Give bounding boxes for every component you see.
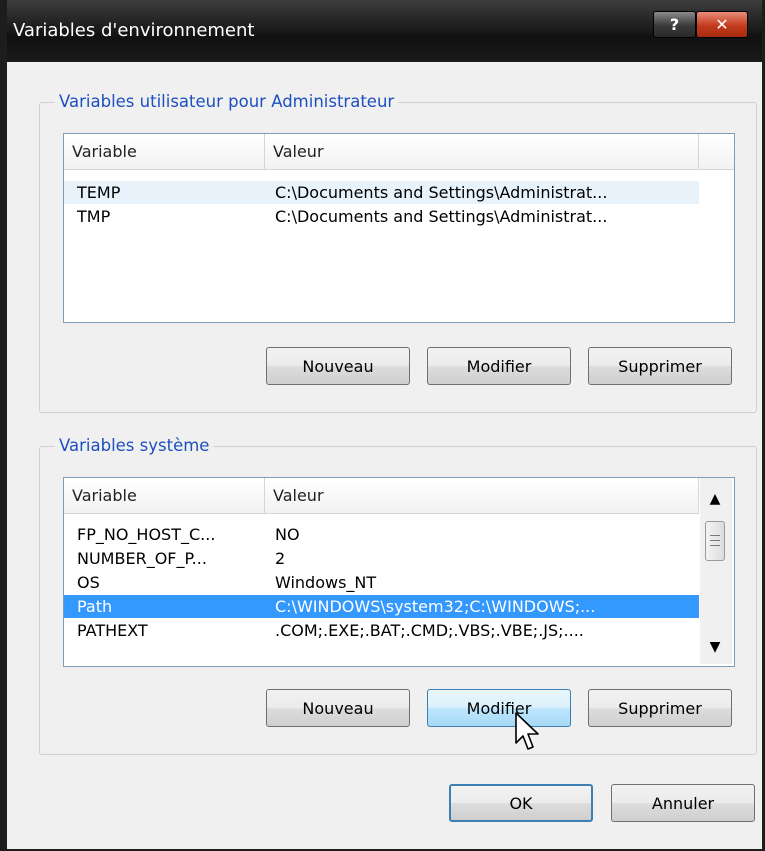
variable-value: C:\Documents and Settings\Administrat... xyxy=(275,207,608,226)
window-title: Variables d'environnement xyxy=(13,20,255,41)
table-row[interactable]: PATHEXT .COM;.EXE;.BAT;.CMD;.VBS;.VBE;.J… xyxy=(64,619,699,642)
variable-value: C:\WINDOWS\system32;C:\WINDOWS;... xyxy=(275,597,596,616)
column-header-variable[interactable]: Variable xyxy=(64,478,265,513)
table-row[interactable]: TEMP C:\Documents and Settings\Administr… xyxy=(64,181,699,204)
variable-value: NO xyxy=(275,525,300,544)
table-row[interactable]: OS Windows_NT xyxy=(64,571,699,594)
system-list-scrollbar[interactable]: ▲ ▼ xyxy=(700,478,732,664)
user-variables-group-label: Variables utilisateur pour Administrateu… xyxy=(55,92,399,111)
variable-value: C:\Documents and Settings\Administrat... xyxy=(275,183,608,202)
scroll-down-icon[interactable]: ▼ xyxy=(700,632,730,662)
variable-value: Windows_NT xyxy=(275,573,377,592)
list-header: Variable Valeur xyxy=(64,134,734,170)
user-new-button[interactable]: Nouveau xyxy=(266,347,410,385)
column-header-value[interactable]: Valeur xyxy=(265,134,699,169)
scroll-up-icon[interactable]: ▲ xyxy=(700,484,730,514)
variable-name: FP_NO_HOST_C... xyxy=(77,525,216,544)
close-button[interactable]: ✕ xyxy=(696,11,748,38)
variable-name: OS xyxy=(77,573,100,592)
table-row-selected[interactable]: Path C:\WINDOWS\system32;C:\WINDOWS;... xyxy=(64,595,699,618)
user-variables-list[interactable]: Variable Valeur TEMP C:\Documents and Se… xyxy=(63,133,735,323)
arrow-pointer-icon xyxy=(515,712,539,750)
system-variables-list[interactable]: Variable Valeur FP_NO_HOST_C... NO NUMBE… xyxy=(63,477,735,667)
help-button[interactable]: ? xyxy=(653,11,696,38)
cancel-button[interactable]: Annuler xyxy=(611,784,755,822)
table-row[interactable]: FP_NO_HOST_C... NO xyxy=(64,523,699,546)
user-delete-button[interactable]: Supprimer xyxy=(588,347,732,385)
variable-name: PATHEXT xyxy=(77,621,148,640)
variable-name: Path xyxy=(77,597,113,616)
grip-line xyxy=(710,545,720,546)
variable-name: TEMP xyxy=(77,183,121,202)
column-header-value[interactable]: Valeur xyxy=(265,478,699,513)
system-new-button[interactable]: Nouveau xyxy=(266,689,410,727)
grip-line xyxy=(710,535,720,536)
system-variables-group-label: Variables système xyxy=(55,436,214,455)
close-icon: ✕ xyxy=(715,15,729,34)
environment-variables-dialog: Variables d'environnement ? ✕ Variables … xyxy=(0,0,765,851)
list-header: Variable Valeur xyxy=(64,478,699,514)
scroll-thumb[interactable] xyxy=(705,521,725,561)
system-edit-button[interactable]: Modifier xyxy=(427,689,571,727)
variable-value: .COM;.EXE;.BAT;.CMD;.VBS;.VBE;.JS;.... xyxy=(275,621,584,640)
dialog-body: Variables utilisateur pour Administrateu… xyxy=(7,62,762,849)
variable-name: NUMBER_OF_P... xyxy=(77,549,207,568)
table-row[interactable]: NUMBER_OF_P... 2 xyxy=(64,547,699,570)
grip-line xyxy=(710,540,720,541)
column-header-variable[interactable]: Variable xyxy=(64,134,265,169)
variable-name: TMP xyxy=(77,207,111,226)
title-bar[interactable]: Variables d'environnement ? ✕ xyxy=(7,0,762,62)
system-delete-button[interactable]: Supprimer xyxy=(588,689,732,727)
variable-value: 2 xyxy=(275,549,286,568)
table-row[interactable]: TMP C:\Documents and Settings\Administra… xyxy=(64,205,699,228)
ok-button[interactable]: OK xyxy=(449,784,593,822)
user-edit-button[interactable]: Modifier xyxy=(427,347,571,385)
